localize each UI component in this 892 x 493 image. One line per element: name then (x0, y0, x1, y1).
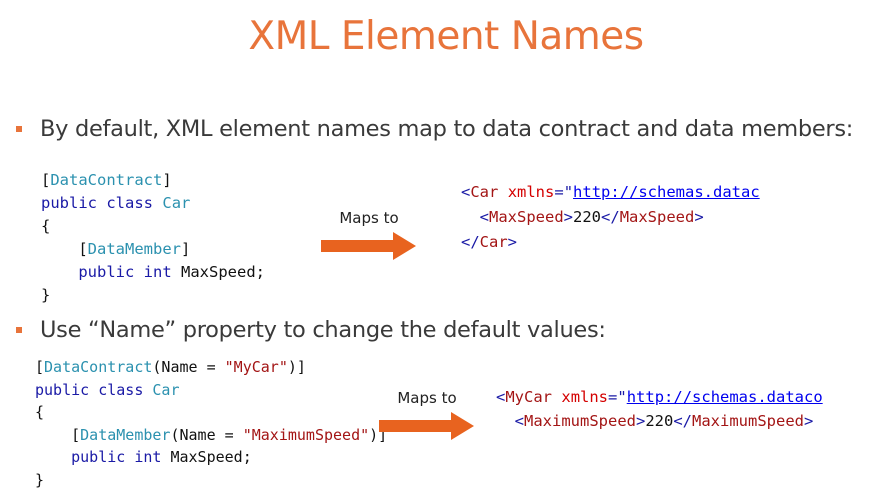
code-line: [DataContract(Name = "MyCar")] (35, 358, 306, 376)
code-example-default: [DataContract] public class Car { [DataMem… (41, 169, 265, 307)
code-line: [DataMember(Name = "MaximumSpeed")] (71, 425, 388, 444)
xml-value: 220 (645, 411, 674, 430)
keyword: int (134, 448, 162, 466)
bullet-marker-icon (16, 126, 22, 132)
xml-line: </Car> (461, 233, 518, 251)
xml-tag: MaximumSpeed (692, 411, 804, 430)
string-literal: "MaximumSpeed" (242, 425, 370, 444)
bullet-text: By default, XML element names map to dat… (40, 116, 854, 142)
keyword: class (106, 194, 154, 212)
xml-tag: MaximumSpeed (524, 411, 636, 430)
code-line: [DataMember] (78, 240, 191, 258)
xml-example-named: <MyCar xmlns="http://schemas.dataco <Max… (496, 386, 823, 433)
string-literal: "MyCar" (224, 358, 288, 376)
maps-to-label: Maps to (339, 209, 399, 227)
attribute-name: DataMember (80, 425, 171, 444)
xml-attribute: xmlns (561, 388, 609, 406)
code-line: { (41, 217, 51, 235)
slide: XML Element Names By default, XML elemen… (0, 0, 892, 493)
code-line: public class Car (35, 379, 387, 402)
xml-line: <MaxSpeed>220</MaxSpeed> (479, 208, 704, 226)
code-line: public int MaxSpeed; (35, 446, 387, 469)
keyword: public (35, 380, 90, 399)
code-line: public class Car (41, 192, 265, 215)
xml-line: <MyCar xmlns="http://schemas.dataco (496, 388, 823, 406)
maps-to-arrow: Maps to (321, 209, 417, 261)
property-name: MaxSpeed; (170, 448, 252, 466)
property-name: MaxSpeed; (181, 263, 266, 281)
code-line: { (35, 403, 45, 421)
keyword: class (98, 380, 144, 399)
namespace-link[interactable]: http://schemas.dataco (627, 388, 823, 406)
bullet-marker-icon (16, 327, 22, 333)
xml-attribute: xmlns (507, 183, 555, 201)
xml-line: <Car xmlns="http://schemas.datac (461, 183, 760, 201)
xml-value: 220 (573, 208, 602, 226)
keyword: public (71, 448, 126, 466)
xml-line: <MaximumSpeed>220</MaximumSpeed> (514, 411, 814, 430)
code-line: } (35, 470, 45, 489)
xml-tag: Car (479, 233, 508, 251)
bullet-name-property: Use “Name” property to change the defaul… (16, 317, 606, 343)
code-example-named: [DataContract(Name = "MyCar")] public cla… (35, 356, 387, 491)
class-name: Car (152, 380, 180, 399)
maps-to-label: Maps to (397, 389, 457, 407)
xml-tag: MyCar (505, 388, 553, 406)
xml-example-default: <Car xmlns="http://schemas.datac <MaxSpe… (461, 180, 760, 255)
code-line: [DataContract] (41, 171, 172, 189)
keyword: int (143, 263, 172, 281)
keyword: public (41, 194, 97, 212)
xml-tag: MaxSpeed (619, 208, 695, 226)
slide-title: XML Element Names (248, 14, 644, 59)
class-name: Car (162, 194, 191, 212)
keyword: public (78, 263, 135, 281)
code-line: public int MaxSpeed; (41, 261, 265, 284)
attribute-name: DataContract (50, 171, 163, 189)
right-arrow-icon (321, 232, 416, 260)
attribute-name: DataContract (44, 358, 153, 376)
xml-tag: MaxSpeed (489, 208, 564, 226)
bullet-text: Use “Name” property to change the defaul… (40, 317, 606, 343)
code-line: } (41, 286, 51, 304)
right-arrow-icon (379, 412, 474, 440)
attribute-name: DataMember (87, 240, 181, 258)
bullet-default-names: By default, XML element names map to dat… (16, 116, 853, 142)
maps-to-arrow: Maps to (379, 389, 475, 441)
namespace-link[interactable]: http://schemas.datac (573, 183, 760, 201)
xml-tag: Car (470, 183, 499, 201)
